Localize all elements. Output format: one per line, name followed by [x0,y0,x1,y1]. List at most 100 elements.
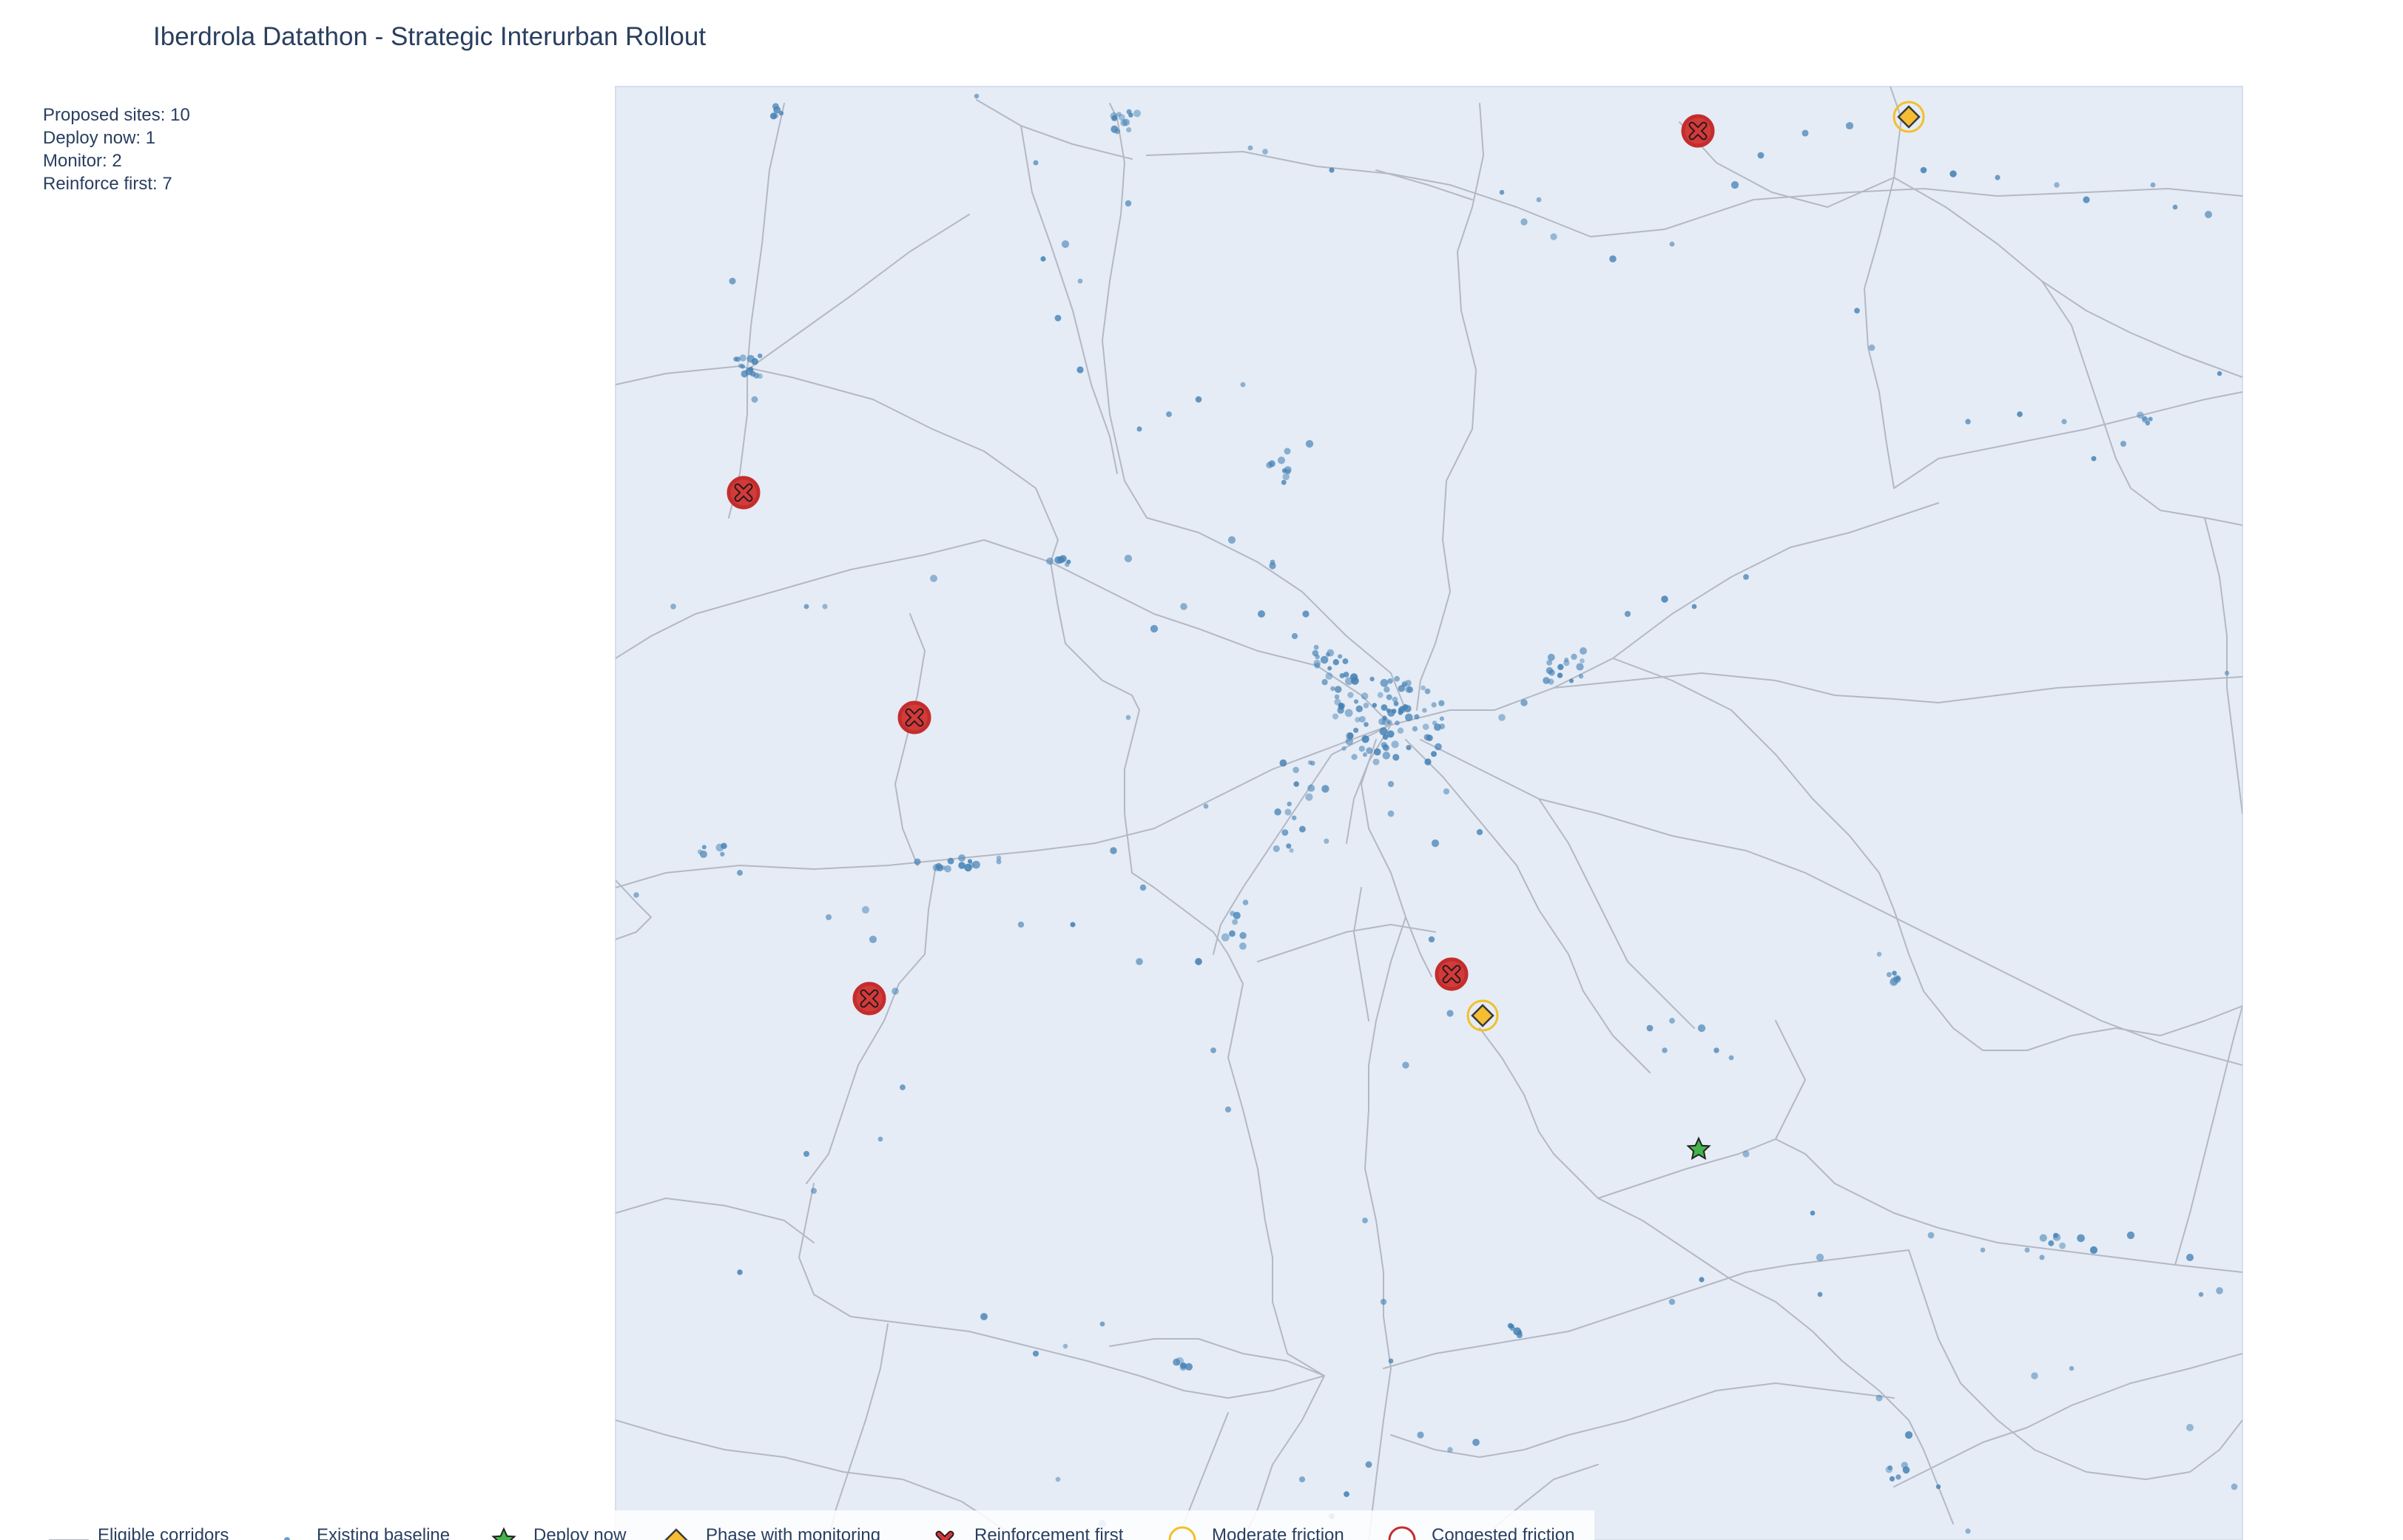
baseline-point [1334,694,1340,700]
site-phase-with-monitoring[interactable] [1893,101,1925,133]
baseline-point [1257,609,1266,618]
baseline-point [1816,1253,1824,1262]
baseline-point [930,575,937,582]
site-reinforcement-first[interactable] [897,700,931,734]
baseline-point [1136,426,1142,432]
baseline-point [1362,1218,1368,1223]
baseline-point [2205,211,2212,218]
legend-item-corridors[interactable]: Eligible corridors [46,1510,268,1540]
baseline-point [2039,1234,2047,1242]
baseline-point [1329,167,1335,173]
baseline-point [1364,722,1369,727]
baseline-point [1315,654,1320,660]
baseline-point [1238,942,1247,950]
baseline-point [1281,468,1287,473]
baseline-point [1568,678,1574,683]
baseline-point [2224,670,2230,676]
baseline-point [1180,603,1187,610]
baseline-point [947,857,954,865]
baseline-point [1520,699,1528,706]
baseline-point [1394,675,1401,682]
baseline-point [1239,932,1247,939]
map-plot-area [615,86,2243,1540]
legend: Eligible corridors Existing baseline Dep… [0,1510,1594,1540]
baseline-point [1111,115,1118,121]
baseline-point [1173,1358,1181,1366]
baseline-point [996,855,1002,861]
baseline-point [1124,554,1133,563]
baseline-point [1439,723,1446,729]
legend-item-moderate-friction[interactable]: Moderate friction [1160,1510,1397,1540]
baseline-point [1422,708,1427,713]
legend-item-deploy-now[interactable]: Deploy now [482,1510,659,1540]
baseline-point [2059,1242,2066,1249]
baseline-point [1363,702,1369,709]
baseline-point [968,862,975,868]
baseline-point [1289,848,1294,853]
baseline-point [1313,659,1321,667]
baseline-point [1118,114,1125,121]
baseline-point [757,373,763,379]
baseline-point [1517,1330,1523,1336]
baseline-point [1426,734,1433,742]
baseline-point [1699,1277,1705,1283]
baseline-point [1344,709,1353,717]
baseline-point [2231,1483,2238,1490]
baseline-point [900,1084,906,1090]
baseline-point [1876,951,1882,957]
baseline-point [861,905,870,914]
baseline-point [1405,713,1413,722]
baseline-point [1033,160,1039,166]
baseline-point [1520,218,1528,226]
baseline-point [1965,1528,1971,1534]
site-reinforcement-first[interactable] [727,476,761,510]
baseline-point [1055,1476,1061,1482]
site-phase-with-monitoring[interactable] [1466,999,1499,1032]
baseline-point [2048,1240,2055,1246]
baseline-point [1381,704,1388,711]
site-reinforcement-first[interactable] [1435,957,1469,991]
baseline-point [944,865,951,873]
baseline-point [1332,713,1339,720]
baseline-point [1279,759,1287,767]
baseline-point [1543,677,1550,684]
legend-item-phase-monitoring[interactable]: Phase with monitoring [654,1510,935,1540]
baseline-point [1402,704,1409,710]
baseline-point [1935,1484,1941,1490]
baseline-point [1046,557,1054,565]
baseline-point [2083,196,2090,203]
legend-item-reinforcement-first[interactable]: Reinforcement first [923,1510,1174,1540]
baseline-point [1274,808,1281,816]
baseline-point [1062,1343,1068,1349]
legend-item-baseline[interactable]: Existing baseline [265,1510,487,1540]
baseline-point [1032,1350,1039,1357]
baseline-point [1387,780,1395,788]
legend-item-congested-friction[interactable]: Congested friction [1380,1510,1594,1540]
baseline-point [1428,936,1435,943]
baseline-point [1361,735,1369,743]
baseline-point [1379,727,1388,736]
x-mark-icon [923,1510,967,1540]
baseline-point [778,110,784,116]
baseline-point [1310,760,1315,766]
legend-label-congested-friction: Congested friction [1432,1525,1575,1540]
baseline-point [1546,666,1554,675]
baseline-point [1150,624,1159,633]
legend-label-corridors: Eligible corridors [98,1525,229,1540]
baseline-point [1195,958,1202,965]
baseline-point [1890,977,1898,985]
baseline-point [2198,1291,2204,1297]
site-reinforcement-first[interactable] [1681,114,1715,148]
baseline-point [1447,1447,1453,1453]
map[interactable] [0,0,2403,1540]
baseline-point [1298,1476,1306,1483]
baseline-point [803,604,809,609]
baseline-point [741,370,749,378]
baseline-point [738,363,744,368]
baseline-point [1355,705,1364,713]
baseline-point [1064,561,1070,567]
baseline-point [2091,456,2097,462]
baseline-point [1422,723,1429,730]
site-reinforcement-first[interactable] [852,982,886,1016]
legend-label-reinforcement-first: Reinforcement first [974,1525,1124,1540]
